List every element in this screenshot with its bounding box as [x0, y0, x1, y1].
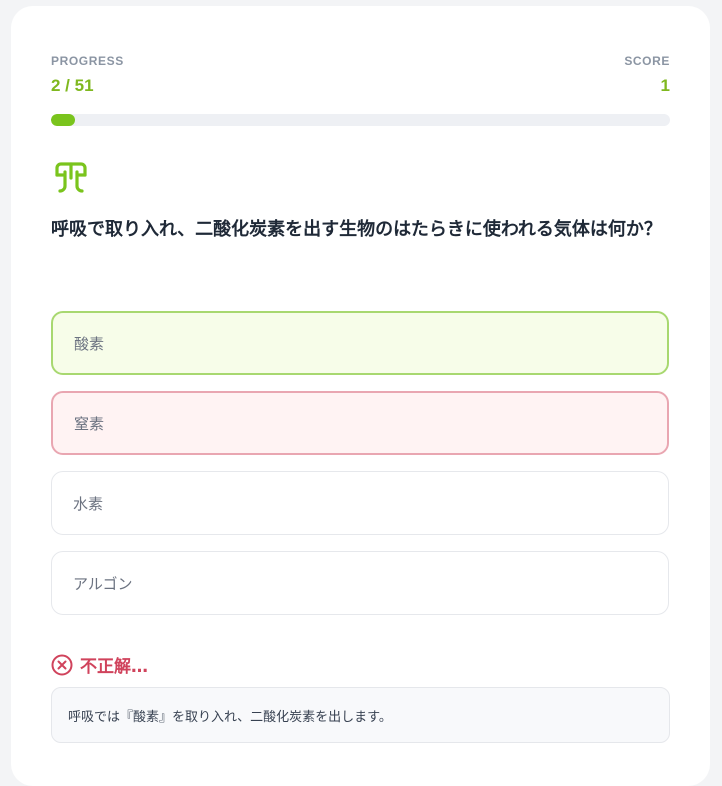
- x-circle-icon: [51, 654, 73, 676]
- explanation-text: 呼吸では『酸素』を取り入れ、二酸化炭素を出します。: [68, 709, 392, 725]
- feedback-text: 不正解…: [80, 657, 148, 677]
- score-label: SCORE: [624, 54, 670, 68]
- answer-option-2[interactable]: 窒素: [51, 391, 669, 455]
- stats-bar: PROGRESS 2 / 51 SCORE 1: [51, 54, 670, 114]
- lungs-icon: [51, 158, 91, 198]
- answer-option-4[interactable]: アルゴン: [51, 551, 669, 615]
- answer-option-label: 水素: [73, 494, 104, 513]
- progress-bar-fill: [51, 114, 76, 126]
- score-value: 1: [660, 76, 670, 95]
- score-stat: SCORE 1: [624, 54, 670, 96]
- answer-option-label: 酸素: [74, 334, 105, 353]
- answer-option-3[interactable]: 水素: [51, 471, 669, 535]
- feedback-message: 不正解…: [51, 652, 148, 677]
- question-text: 呼吸で取り入れ、二酸化炭素を出す生物のはたらきに使われる気体は何か？: [51, 219, 662, 240]
- progress-label: PROGRESS: [51, 54, 124, 68]
- progress-stat: PROGRESS 2 / 51: [51, 54, 124, 96]
- answer-option-1[interactable]: 酸素: [51, 311, 669, 375]
- answer-option-label: アルゴン: [73, 574, 133, 593]
- progress-value: 2 / 51: [51, 76, 94, 95]
- quiz-card: PROGRESS 2 / 51 SCORE 1 呼吸で取り入れ、二酸化炭素を出す…: [11, 6, 710, 786]
- answer-option-label: 窒素: [74, 414, 105, 433]
- explanation-box: 呼吸では『酸素』を取り入れ、二酸化炭素を出します。: [51, 687, 670, 743]
- progress-bar: [51, 114, 670, 126]
